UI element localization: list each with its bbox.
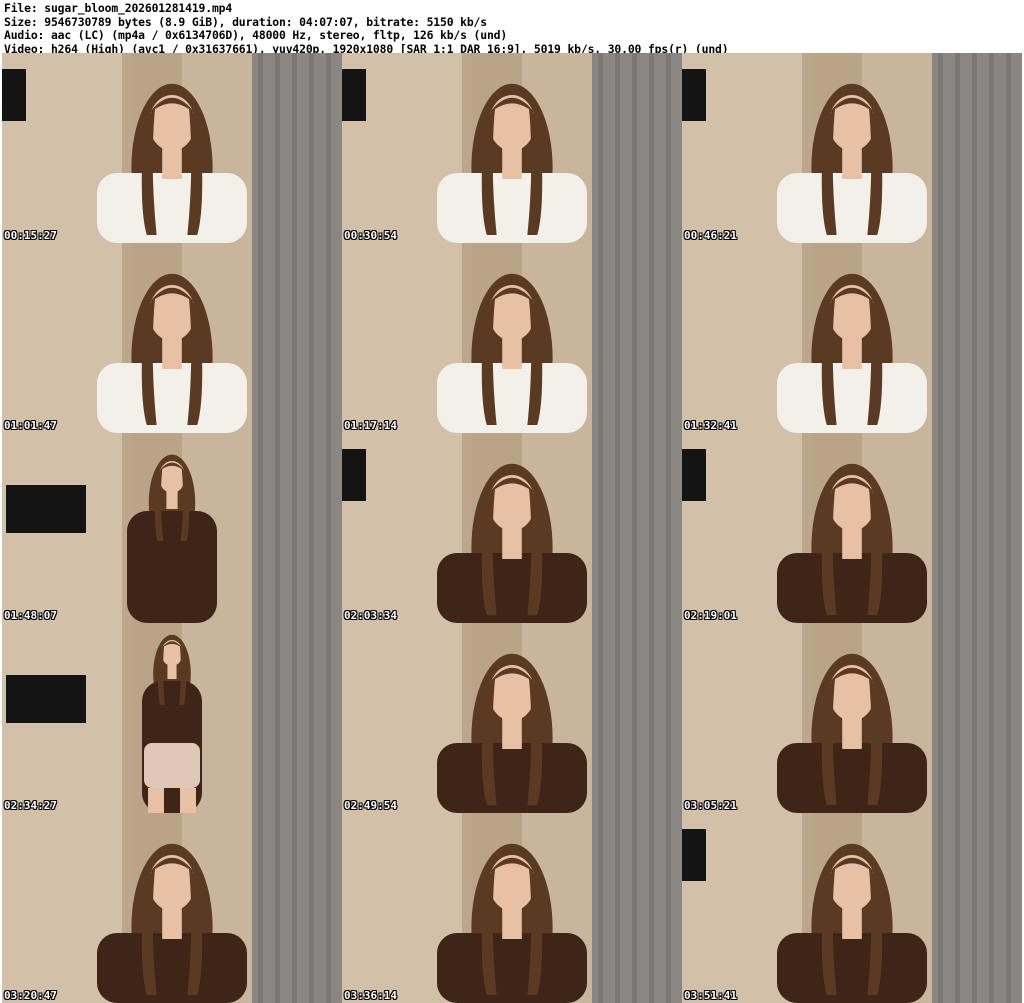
video-thumbnail: 00:46:21 bbox=[682, 53, 1022, 243]
frame-image bbox=[2, 623, 342, 813]
frame-image bbox=[342, 53, 682, 243]
tv-screen bbox=[6, 675, 86, 723]
video-thumbnail: 02:03:34 bbox=[342, 433, 682, 623]
audio-info-line: Audio: aac (LC) (mp4a / 0x6134706D), 480… bbox=[4, 28, 508, 43]
video-thumbnail: 02:19:01 bbox=[682, 433, 1022, 623]
video-thumbnail: 01:17:14 bbox=[342, 243, 682, 433]
thumbnail-timestamp: 01:01:47 bbox=[4, 419, 57, 432]
thumbnail-timestamp: 02:34:27 bbox=[4, 799, 57, 812]
video-thumbnail: 03:20:47 bbox=[2, 813, 342, 1003]
frame-image bbox=[682, 623, 1022, 813]
frame-image bbox=[2, 813, 342, 1003]
video-thumbnail: 01:01:47 bbox=[2, 243, 342, 433]
video-thumbnail: 02:34:27 bbox=[2, 623, 342, 813]
tv-screen bbox=[682, 69, 706, 121]
frame-image bbox=[2, 433, 342, 623]
thumbnail-timestamp: 01:17:14 bbox=[344, 419, 397, 432]
video-thumbnail: 00:15:27 bbox=[2, 53, 342, 243]
video-thumbnail: 01:48:07 bbox=[2, 433, 342, 623]
thumbnail-timestamp: 01:48:07 bbox=[4, 609, 57, 622]
tv-screen bbox=[342, 69, 366, 121]
file-name-line: File: sugar_bloom_202601281419.mp4 bbox=[4, 1, 233, 15]
thumbnail-timestamp: 01:32:41 bbox=[684, 419, 737, 432]
frame-image bbox=[342, 433, 682, 623]
thumbnail-timestamp: 00:46:21 bbox=[684, 229, 737, 242]
frame-image bbox=[342, 813, 682, 1003]
video-thumbnail: 03:05:21 bbox=[682, 623, 1022, 813]
frame-image bbox=[682, 433, 1022, 623]
thumbnail-timestamp: 02:03:34 bbox=[344, 609, 397, 622]
thumbnail-timestamp: 03:36:14 bbox=[344, 989, 397, 1002]
frame-image bbox=[342, 623, 682, 813]
frame-image bbox=[2, 53, 342, 243]
tv-screen bbox=[342, 449, 366, 501]
video-thumbnail: 03:36:14 bbox=[342, 813, 682, 1003]
tv-screen bbox=[2, 69, 26, 121]
thumbnail-timestamp: 00:15:27 bbox=[4, 229, 57, 242]
frame-image bbox=[682, 53, 1022, 243]
tv-screen bbox=[682, 449, 706, 501]
frame-image bbox=[682, 813, 1022, 1003]
tv-screen bbox=[682, 829, 706, 881]
video-thumbnail: 01:32:41 bbox=[682, 243, 1022, 433]
file-size-line: Size: 9546730789 bytes (8.9 GiB), durati… bbox=[4, 14, 487, 29]
thumbnail-timestamp: 03:51:41 bbox=[684, 989, 737, 1002]
thumbnail-grid: 00:15:27 00:30:54 00:46:21 01:01:47 01:17:14… bbox=[2, 53, 1022, 1003]
thumbnail-timestamp: 03:05:21 bbox=[684, 799, 737, 812]
thumbnail-timestamp: 02:19:01 bbox=[684, 609, 737, 622]
tv-screen bbox=[6, 485, 86, 533]
frame-image bbox=[2, 243, 342, 433]
thumbnail-timestamp: 00:30:54 bbox=[344, 229, 397, 242]
frame-image bbox=[682, 243, 1022, 433]
thumbnail-timestamp: 03:20:47 bbox=[4, 989, 57, 1002]
thumbnail-timestamp: 02:49:54 bbox=[344, 799, 397, 812]
video-thumbnail: 02:49:54 bbox=[342, 623, 682, 813]
video-thumbnail: 03:51:41 bbox=[682, 813, 1022, 1003]
file-info-header: File: sugar_bloom_202601281419.mp4 Size:… bbox=[4, 1, 1020, 55]
video-thumbnail: 00:30:54 bbox=[342, 53, 682, 243]
frame-image bbox=[342, 243, 682, 433]
